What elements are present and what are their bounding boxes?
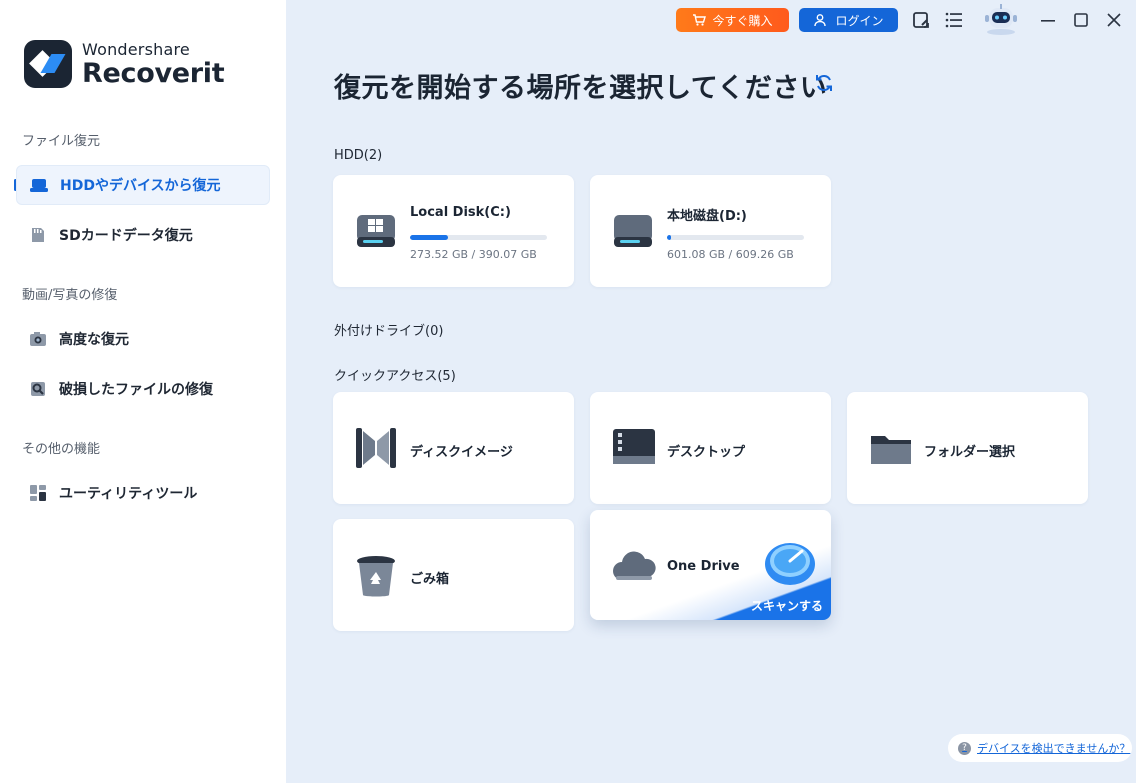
sidebar-item-advanced[interactable]: 高度な復元 [16,319,270,359]
drive-usage-bar [410,235,547,240]
buy-now-button[interactable]: 今すぐ購入 [676,8,789,32]
quick-disk-image[interactable]: ディスクイメージ [333,392,574,504]
scan-radar-icon [762,536,818,592]
drive-icon [612,211,654,251]
sidebar-item-label: ユーティリティツール [59,486,198,502]
drive-usage-bar [667,235,804,240]
section-other: その他の機能 [22,442,101,457]
brand-bottom: Recoverit [82,57,225,89]
buy-now-label: 今すぐ購入 [712,13,773,28]
close-button[interactable] [1104,10,1124,30]
sd-card-icon [28,225,48,245]
camera-icon [28,329,48,349]
drive-size: 273.52 GB / 390.07 GB [410,248,537,261]
drive-name: 本地磁盘(D:) [667,209,747,224]
menu-icon[interactable] [944,10,964,30]
help-label: デバイスを検出できませんか？ [977,742,1131,755]
section-file-recovery: ファイル復元 [22,134,101,149]
help-link[interactable]: ? デバイスを検出できませんか？ [948,734,1132,762]
sidebar-item-label: HDDやデバイスから復元 [60,178,221,194]
sidebar-item-repair[interactable]: 破損したファイルの修復 [16,369,270,409]
hdd-icon [29,175,49,195]
folder-icon [869,428,911,468]
user-icon [814,14,827,27]
external-group-label: 外付けドライブ(0) [334,324,444,339]
section-media-repair: 動画/写真の修復 [22,288,118,303]
minimize-button[interactable] [1038,10,1058,30]
feedback-icon[interactable] [911,10,931,30]
sidebar-item-label: 高度な復元 [59,332,129,348]
login-button[interactable]: ログイン [799,8,898,32]
drive-size: 601.08 GB / 609.26 GB [667,248,794,261]
sidebar-item-sd-card[interactable]: SDカードデータ復元 [16,215,270,255]
help-icon: ? [958,741,971,755]
refresh-icon[interactable] [813,72,835,94]
quick-item-label: フォルダー選択 [924,445,1016,460]
repair-icon [28,379,48,399]
sidebar-item-label: 破損したファイルの修復 [59,382,213,398]
recoverit-logo-icon [24,40,72,88]
login-label: ログイン [835,13,884,28]
quick-desktop[interactable]: デスクトップ [590,392,831,504]
grid-icon [28,483,48,503]
sidebar-item-hdd[interactable]: HDDやデバイスから復元 [16,165,270,205]
robot-assistant-icon[interactable] [980,3,1022,35]
drive-name: Local Disk(C:) [410,205,511,220]
windows-drive-icon [355,211,397,251]
cloud-icon [612,546,656,586]
disk-image-icon [355,428,397,468]
brand-top: Wondershare [82,39,190,59]
drive-card-c[interactable]: Local Disk(C:) 273.52 GB / 390.07 GB [333,175,574,287]
sidebar-item-utility[interactable]: ユーティリティツール [16,473,270,513]
sidebar-item-label: SDカードデータ復元 [59,228,193,244]
trash-icon [355,555,397,597]
sidebar: Wondershare Recoverit ファイル復元 HDDやデバイスから復… [0,0,286,783]
page-title: 復元を開始する場所を選択してください [334,73,828,104]
quick-item-label: ごみ箱 [410,572,450,587]
quick-folder-select[interactable]: フォルダー選択 [847,392,1088,504]
quick-onedrive[interactable]: One Drive スキャンする [590,510,831,620]
app-logo: Wondershare Recoverit [24,39,225,89]
maximize-button[interactable] [1071,10,1091,30]
quick-item-label: ディスクイメージ [410,445,513,460]
quick-recycle-bin[interactable]: ごみ箱 [333,519,574,631]
cart-icon [693,14,707,26]
quick-item-label: One Drive [667,559,740,574]
quick-access-label: クイックアクセス(5) [334,369,456,384]
desktop-icon [612,428,655,468]
drive-card-d[interactable]: 本地磁盘(D:) 601.08 GB / 609.26 GB [590,175,831,287]
hdd-group-label: HDD(2) [334,148,383,163]
scan-label: スキャンする [750,599,823,613]
quick-item-label: デスクトップ [667,445,746,460]
